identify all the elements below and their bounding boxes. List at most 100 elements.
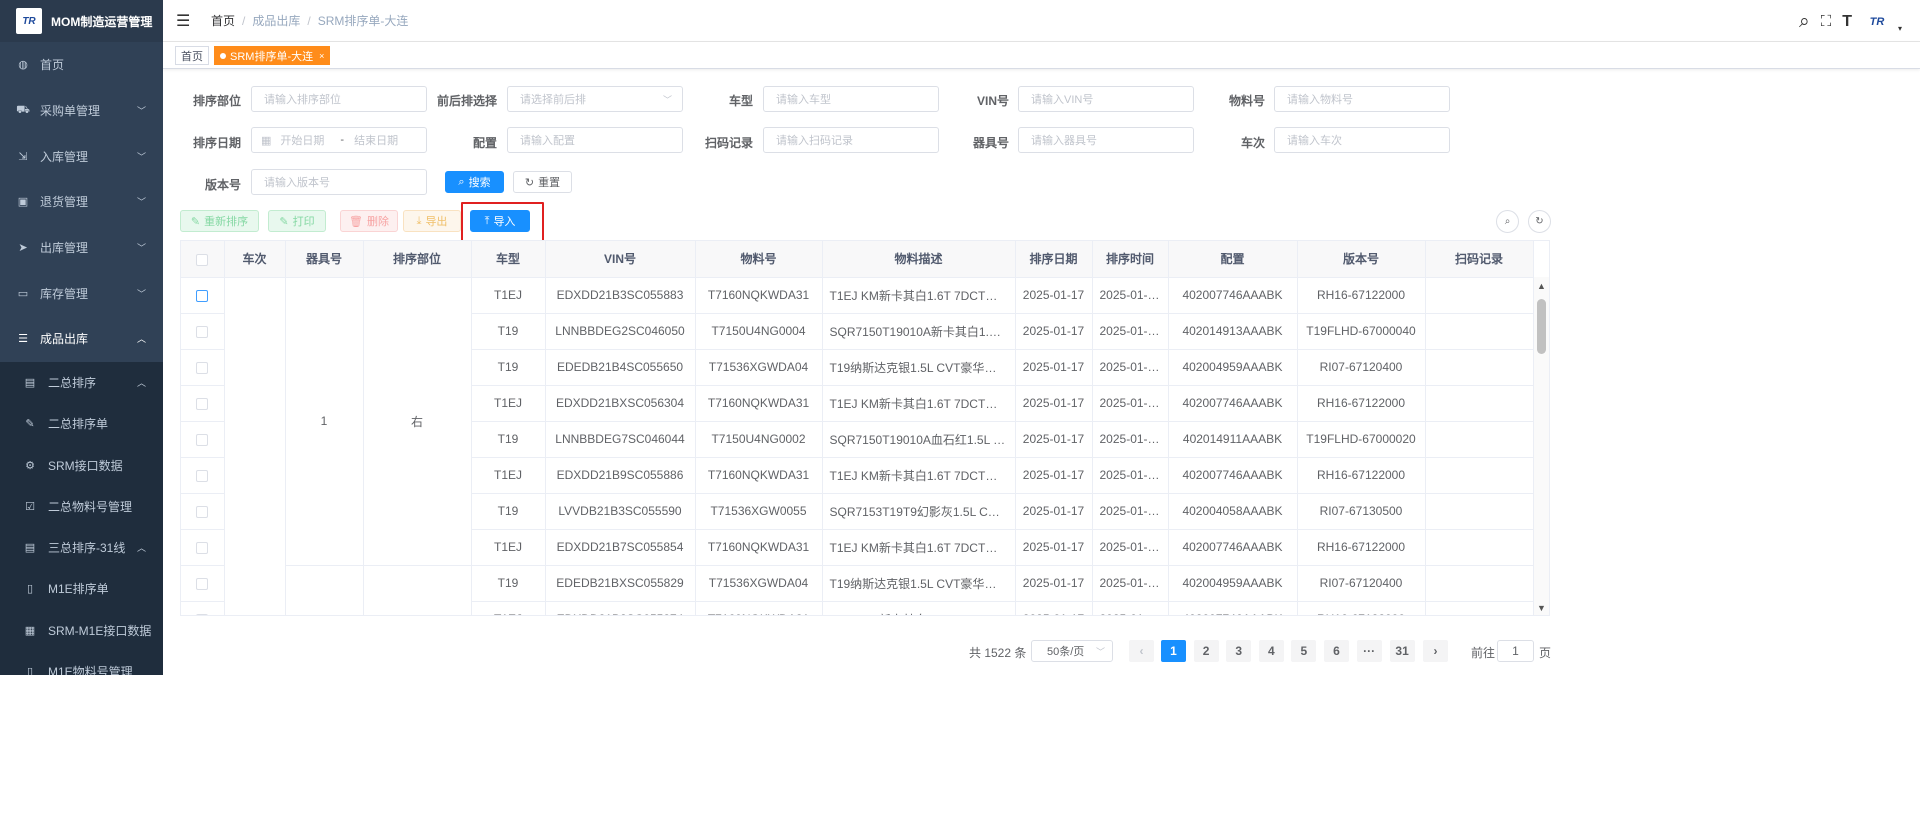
goto-page-input[interactable]: 1	[1497, 640, 1534, 662]
refresh-icon[interactable]: ↻	[1528, 210, 1551, 233]
cell-vin: EDXDD21B3SC055883	[545, 277, 696, 314]
tr-logo-icon: TR	[16, 8, 42, 34]
close-icon[interactable]: ×	[319, 51, 324, 61]
model-input[interactable]: 请输入车型	[763, 86, 939, 112]
row-checkbox-cell[interactable]	[181, 565, 225, 602]
row-checkbox-cell[interactable]	[181, 601, 225, 615]
caret-down-icon[interactable]: ▾	[1898, 24, 1902, 33]
row-checkbox[interactable]	[196, 505, 209, 518]
sort-position-input[interactable]: 请输入排序部位	[251, 86, 427, 112]
sidebar-item-5[interactable]: ▭ 库存管理 ﹀	[0, 270, 163, 316]
row-checkbox[interactable]	[196, 433, 209, 446]
tag-home[interactable]: 首页	[175, 46, 209, 65]
page-number-button[interactable]: 6	[1324, 640, 1349, 662]
chevron-icon: ﹀	[136, 243, 146, 254]
label-trip: 车次	[1240, 136, 1265, 150]
row-checkbox[interactable]	[196, 613, 209, 615]
export-button[interactable]: ⤓ 导出	[403, 210, 461, 232]
table-scrollbar[interactable]: ▲ ▼	[1533, 277, 1549, 615]
version-input[interactable]: 请输入版本号	[251, 169, 427, 195]
resort-button[interactable]: ✎ 重新排序	[180, 210, 259, 232]
sidebar-subitem-2[interactable]: ⚙ SRM接口数据	[0, 444, 163, 485]
row-checkbox[interactable]	[196, 325, 209, 338]
sidebar-subitem-5[interactable]: ▯ M1E排序单	[0, 568, 163, 609]
scroll-up-icon[interactable]: ▲	[1537, 281, 1546, 291]
sidebar-subitem-label: SRM-M1E接口数据	[48, 623, 152, 638]
row-checkbox-cell[interactable]	[181, 385, 225, 422]
cell-version: RI07-67120400	[1297, 565, 1426, 602]
breadcrumb-home[interactable]: 首页	[211, 12, 235, 29]
menu-toggle-icon[interactable]: ☰	[176, 11, 192, 31]
label-config: 配置	[472, 136, 497, 150]
sidebar-subitem-1[interactable]: ✎ 二总排序单	[0, 403, 163, 444]
config-input[interactable]: 请输入配置	[507, 127, 683, 153]
sidebar-subitem-6[interactable]: ▦ SRM-M1E接口数据	[0, 610, 163, 651]
scan-record-input[interactable]: 请输入扫码记录	[763, 127, 939, 153]
page-number-button[interactable]: 3	[1226, 640, 1252, 662]
row-checkbox-cell[interactable]	[181, 313, 225, 350]
vin-input[interactable]: 请输入VIN号	[1018, 86, 1194, 112]
print-button[interactable]: ✎ 打印	[268, 210, 326, 232]
next-page-button[interactable]: ›	[1423, 640, 1448, 662]
sidebar-subitem-7[interactable]: ▯ M1E物料号管理	[0, 651, 163, 675]
row-checkbox[interactable]	[196, 541, 209, 554]
table-row[interactable]: T19 EDEDB21BXSC055829 T71536XGWDA04 T19纳斯达克…	[181, 565, 1534, 615]
column-header[interactable]	[181, 241, 225, 278]
row-checkbox-cell[interactable]	[181, 349, 225, 386]
row-checkbox-cell[interactable]	[181, 277, 225, 314]
sidebar-subitem-4[interactable]: ▤ 三总排序-31线 ︿	[0, 527, 163, 568]
sort-date-range[interactable]: ▦ 开始日期 - 结束日期	[251, 127, 427, 153]
prev-page-button[interactable]: ‹	[1129, 640, 1154, 662]
search-button[interactable]: ⌕ 搜索	[445, 171, 504, 193]
sidebar-item-4[interactable]: ➤ 出库管理 ﹀	[0, 225, 163, 271]
scroll-thumb[interactable]	[1537, 299, 1546, 354]
avatar[interactable]: TR	[1863, 11, 1891, 33]
page-number-button[interactable]: 4	[1258, 640, 1284, 662]
sidebar-item-2[interactable]: ⇲ 入库管理 ﹀	[0, 133, 163, 179]
table-row[interactable]: 1 右 T1EJ EDXDD21B3SC055883 T7160NQKWDA31 T1EJ…	[181, 277, 1534, 615]
front-rear-select[interactable]: 请选择前后排 ﹀	[507, 86, 683, 112]
row-checkbox[interactable]	[196, 397, 209, 410]
row-checkbox-cell[interactable]	[181, 529, 225, 566]
row-checkbox[interactable]	[196, 361, 209, 374]
trip-input[interactable]: 请输入车次	[1274, 127, 1450, 153]
page-number-button[interactable]: 1	[1161, 640, 1186, 662]
sidebar-item-label: 退货管理	[40, 195, 89, 210]
font-size-icon[interactable]: T	[1842, 13, 1852, 31]
cell-material: T71536XGWDA04	[695, 565, 823, 602]
cell-version: RH16-67122000	[1297, 457, 1426, 494]
tag-srm-dalian[interactable]: SRM排序单-大连 ×	[214, 46, 331, 65]
sidebar-subitem-0[interactable]: ▤ 二总排序 ︿	[0, 362, 163, 403]
row-checkbox-cell[interactable]	[181, 493, 225, 530]
sidebar-item-6[interactable]: ☰ 成品出库 ︿	[0, 316, 163, 362]
material-no-input[interactable]: 请输入物料号	[1274, 86, 1450, 112]
rack-no-input[interactable]: 请输入器具号	[1018, 127, 1194, 153]
search-icon[interactable]: ⌕	[1799, 11, 1810, 33]
row-checkbox[interactable]	[196, 289, 209, 302]
select-all-checkbox[interactable]	[196, 253, 209, 266]
page-number-button[interactable]: 2	[1193, 640, 1219, 662]
page-number-button[interactable]: ···	[1356, 640, 1382, 662]
page-number-button[interactable]: 31	[1389, 640, 1415, 662]
cell-model: T19	[471, 421, 546, 458]
sidebar-item-3[interactable]: ▣ 退货管理 ﹀	[0, 179, 163, 225]
fullscreen-icon[interactable]: ⛶	[1821, 13, 1832, 30]
page-number-button[interactable]: 5	[1291, 640, 1317, 662]
start-date-input[interactable]: 开始日期	[280, 132, 330, 148]
scroll-down-icon[interactable]: ▼	[1537, 603, 1546, 613]
page-size-select[interactable]: 50条/页 ﹀	[1031, 640, 1113, 662]
toggle-search-icon[interactable]: ⌕	[1496, 210, 1519, 233]
sidebar-subitem-3[interactable]: ☑ 二总物料号管理	[0, 486, 163, 527]
row-checkbox-cell[interactable]	[181, 421, 225, 458]
row-checkbox-cell[interactable]	[181, 457, 225, 494]
delete-button[interactable]: 🗑 删除	[340, 210, 398, 232]
cell-config: 402007746AAABK	[1168, 457, 1298, 494]
sidebar-item-1[interactable]: ⛟ 采购单管理 ﹀	[0, 88, 163, 134]
row-checkbox[interactable]	[196, 469, 209, 482]
cell-desc: SQR7150T19010A新卡其白1.5T 6MT	[822, 313, 1016, 350]
row-checkbox[interactable]	[196, 577, 209, 590]
cell-date: 2025-01-17	[1015, 421, 1093, 458]
reset-button[interactable]: ↻ 重置	[513, 171, 572, 193]
sidebar-item-0[interactable]: ◍ 首页	[0, 42, 163, 88]
end-date-input[interactable]: 结束日期	[354, 132, 398, 148]
